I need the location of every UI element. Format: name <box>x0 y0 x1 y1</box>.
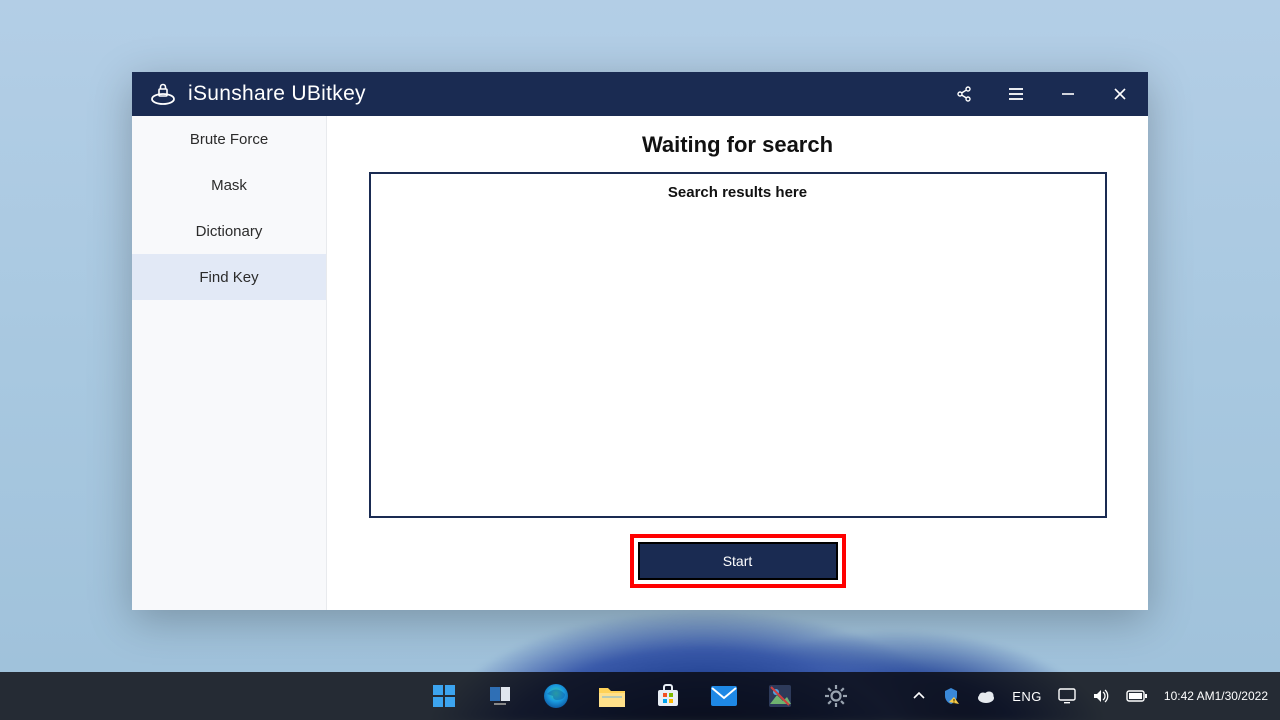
close-button[interactable] <box>1100 72 1140 116</box>
nav-find-key[interactable]: Find Key <box>132 254 326 300</box>
chevron-up-icon <box>912 689 926 703</box>
weather-tray-button[interactable] <box>974 672 998 720</box>
results-placeholder: Search results here <box>371 184 1105 201</box>
cast-display-button[interactable] <box>1056 672 1078 720</box>
nav-dictionary[interactable]: Dictionary <box>132 208 326 254</box>
language-indicator[interactable]: ENG <box>1010 672 1044 720</box>
menu-button[interactable] <box>996 72 1036 116</box>
mail-app-icon <box>709 684 739 708</box>
start-highlight-frame: Start <box>630 534 846 588</box>
start-row: Start <box>630 534 846 588</box>
security-warning-icon <box>942 687 960 705</box>
security-tray-button[interactable] <box>940 672 962 720</box>
sidebar-item-label: Brute Force <box>190 131 268 148</box>
share-icon <box>956 86 972 102</box>
app-title: iSunshare UBitkey <box>188 82 366 106</box>
cast-display-icon <box>1058 688 1076 704</box>
sidebar-item-label: Dictionary <box>196 223 263 240</box>
system-tray: ENG 10:42 AM 1/30/2022 <box>910 672 1272 720</box>
app-logo-icon <box>150 83 176 105</box>
start-menu-button[interactable] <box>423 675 465 717</box>
mail-app-button[interactable] <box>703 675 745 717</box>
sidebar-item-label: Mask <box>211 177 247 194</box>
start-button[interactable]: Start <box>638 542 838 580</box>
file-explorer-icon <box>597 683 627 709</box>
clock-time: 10:42 AM <box>1164 689 1215 704</box>
settings-app-button[interactable] <box>815 675 857 717</box>
photos-app-icon <box>766 682 794 710</box>
battery-icon <box>1126 689 1148 703</box>
sidebar-item-label: Find Key <box>199 269 258 286</box>
clock-date: 1/30/2022 <box>1215 689 1268 704</box>
titlebar: iSunshare UBitkey <box>132 72 1148 116</box>
minimize-icon <box>1061 87 1075 101</box>
edge-browser-button[interactable] <box>535 675 577 717</box>
settings-app-icon <box>822 682 850 710</box>
app-window: iSunshare UBitkey <box>132 72 1148 610</box>
search-results-box: Search results here <box>369 172 1107 518</box>
tray-overflow-button[interactable] <box>910 672 928 720</box>
app-body: Brute Force Mask Dictionary Find Key Wai… <box>132 116 1148 610</box>
minimize-button[interactable] <box>1048 72 1088 116</box>
microsoft-store-icon <box>654 682 682 710</box>
language-label: ENG <box>1012 689 1042 704</box>
edge-browser-icon <box>541 681 571 711</box>
clock-button[interactable]: 10:42 AM 1/30/2022 <box>1162 672 1272 720</box>
nav-mask[interactable]: Mask <box>132 162 326 208</box>
start-button-label: Start <box>723 553 753 569</box>
file-explorer-button[interactable] <box>591 675 633 717</box>
main-heading: Waiting for search <box>642 132 833 158</box>
task-view-button[interactable] <box>479 675 521 717</box>
microsoft-store-button[interactable] <box>647 675 689 717</box>
share-button[interactable] <box>944 72 984 116</box>
photos-app-button[interactable] <box>759 675 801 717</box>
volume-button[interactable] <box>1090 672 1112 720</box>
volume-icon <box>1092 688 1110 704</box>
sidebar: Brute Force Mask Dictionary Find Key <box>132 116 327 610</box>
start-menu-icon <box>430 682 458 710</box>
weather-cloud-icon <box>976 688 996 704</box>
task-view-icon <box>486 682 514 710</box>
menu-icon <box>1008 87 1024 101</box>
close-icon <box>1113 87 1127 101</box>
nav-brute-force[interactable]: Brute Force <box>132 116 326 162</box>
battery-button[interactable] <box>1124 672 1150 720</box>
taskbar: ENG 10:42 AM 1/30/2022 <box>0 672 1280 720</box>
taskbar-center <box>423 672 857 720</box>
main-panel: Waiting for search Search results here S… <box>327 116 1148 610</box>
